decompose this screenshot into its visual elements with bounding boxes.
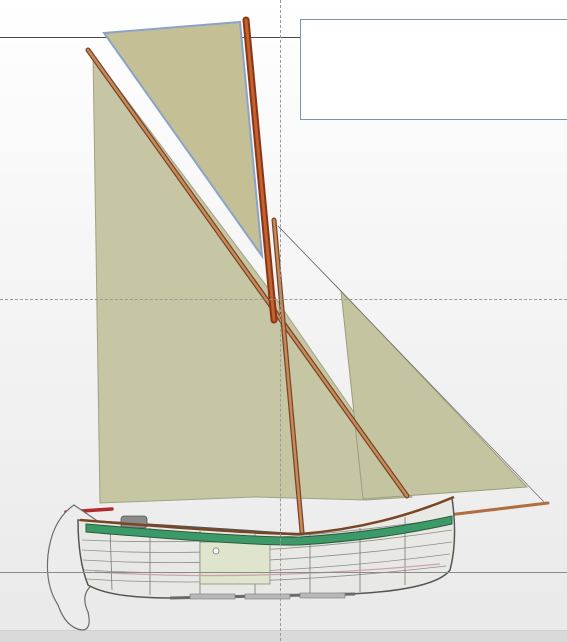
keel-shoes	[189, 592, 346, 600]
bowsprit[interactable]	[438, 501, 550, 518]
jib-leech-line	[277, 225, 342, 292]
horizontal-guide-line	[0, 299, 567, 300]
vertical-guide-line	[280, 0, 281, 641]
info-panel-text	[301, 20, 567, 32]
centerboard-case	[199, 541, 271, 585]
cad-viewport[interactable]	[0, 0, 567, 642]
baseline-rule	[0, 572, 567, 573]
thwart-mark	[212, 547, 220, 555]
jib-sail[interactable]	[340, 289, 529, 500]
info-panel[interactable]	[300, 19, 567, 120]
